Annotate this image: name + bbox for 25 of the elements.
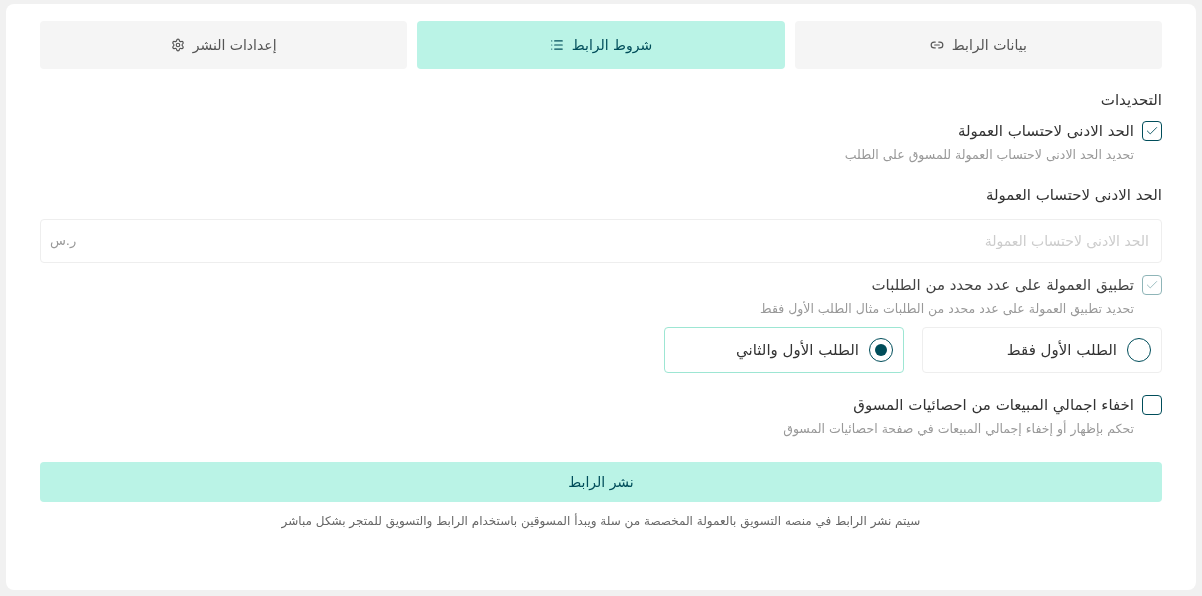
- hint-text: تحديد الحد الادنى لاحتساب العمولة للمسوق على الطلب: [843, 147, 1134, 162]
- currency-suffix: ر.س: [50, 233, 77, 248]
- footer-note: سيتم نشر الرابط في منصه التسويق بالعمولة المخصصة من سلة ويبدأ المسوقين باستخدام الرابط والتسويق للمتجر بشكل مباشر: [280, 514, 922, 528]
- gear-icon: [170, 38, 185, 52]
- option-label: الطلب الأول فقط: [1006, 341, 1117, 359]
- check-icon: [1145, 278, 1159, 292]
- link-icon: [929, 38, 944, 52]
- radio-option[interactable]: الطلب الأول فقط: [922, 327, 1162, 373]
- checkbox-label: اخفاء اجمالي المبيعات من احصائيات المسوق: [853, 396, 1134, 414]
- list-icon: [549, 38, 564, 52]
- option-label: الطلب الأول والثاني: [736, 341, 859, 359]
- section-title: التحديدات: [1099, 91, 1162, 109]
- hint-text: تحكم بإظهار أو إخفاء إجمالي المبيعات في صفحة احصائيات المسوق: [782, 421, 1134, 436]
- field-label: الحد الادنى لاحتساب العمولة: [984, 186, 1162, 204]
- checkbox[interactable]: [1142, 395, 1162, 415]
- radio-option[interactable]: الطلب الأول والثاني: [664, 327, 904, 373]
- checkbox-label: الحد الادنى لاحتساب العمولة: [957, 122, 1134, 140]
- checkbox[interactable]: [1142, 121, 1162, 141]
- check-icon: [1145, 124, 1159, 138]
- publish-button[interactable]: نشر الرابط: [40, 462, 1162, 502]
- tab[interactable]: شروط الرابط: [417, 21, 785, 69]
- hint-text: تحديد تطبيق العمولة على عدد محدد من الطلبات مثال الطلب الأول فقط: [759, 301, 1134, 316]
- tab[interactable]: إعدادات النشر: [40, 21, 408, 69]
- tab[interactable]: بيانات الرابط: [794, 21, 1162, 69]
- checkbox-label: تطبيق العمولة على عدد محدد من الطلبات: [871, 276, 1134, 294]
